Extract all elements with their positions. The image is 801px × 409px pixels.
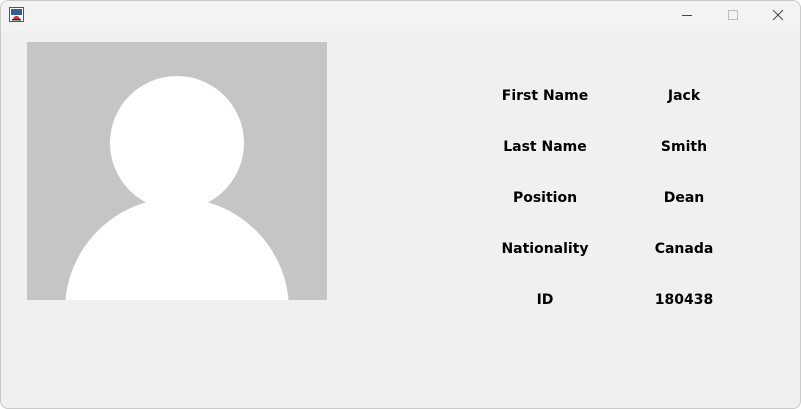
close-button[interactable] bbox=[754, 1, 800, 31]
first-name-value: Jack bbox=[667, 88, 701, 104]
id-value: 180438 bbox=[654, 292, 714, 308]
title-bar[interactable] bbox=[1, 1, 800, 31]
minimize-button[interactable] bbox=[663, 1, 709, 31]
maximize-button[interactable] bbox=[709, 1, 755, 31]
last-name-value: Smith bbox=[660, 139, 708, 155]
id-label: ID bbox=[536, 292, 554, 308]
last-name-label: Last Name bbox=[503, 139, 587, 155]
maximize-icon bbox=[728, 10, 738, 20]
nationality-value: Canada bbox=[654, 241, 714, 257]
java-app-icon[interactable] bbox=[9, 7, 24, 22]
person-silhouette-icon bbox=[65, 76, 289, 300]
profile-photo bbox=[27, 42, 327, 300]
application-window: First Name Jack Last Name Smith Position… bbox=[0, 0, 801, 409]
minimize-icon bbox=[682, 15, 692, 16]
position-label: Position bbox=[512, 190, 578, 206]
position-value: Dean bbox=[663, 190, 705, 206]
close-icon bbox=[772, 9, 784, 21]
first-name-label: First Name bbox=[501, 88, 589, 104]
nationality-label: Nationality bbox=[501, 241, 589, 257]
